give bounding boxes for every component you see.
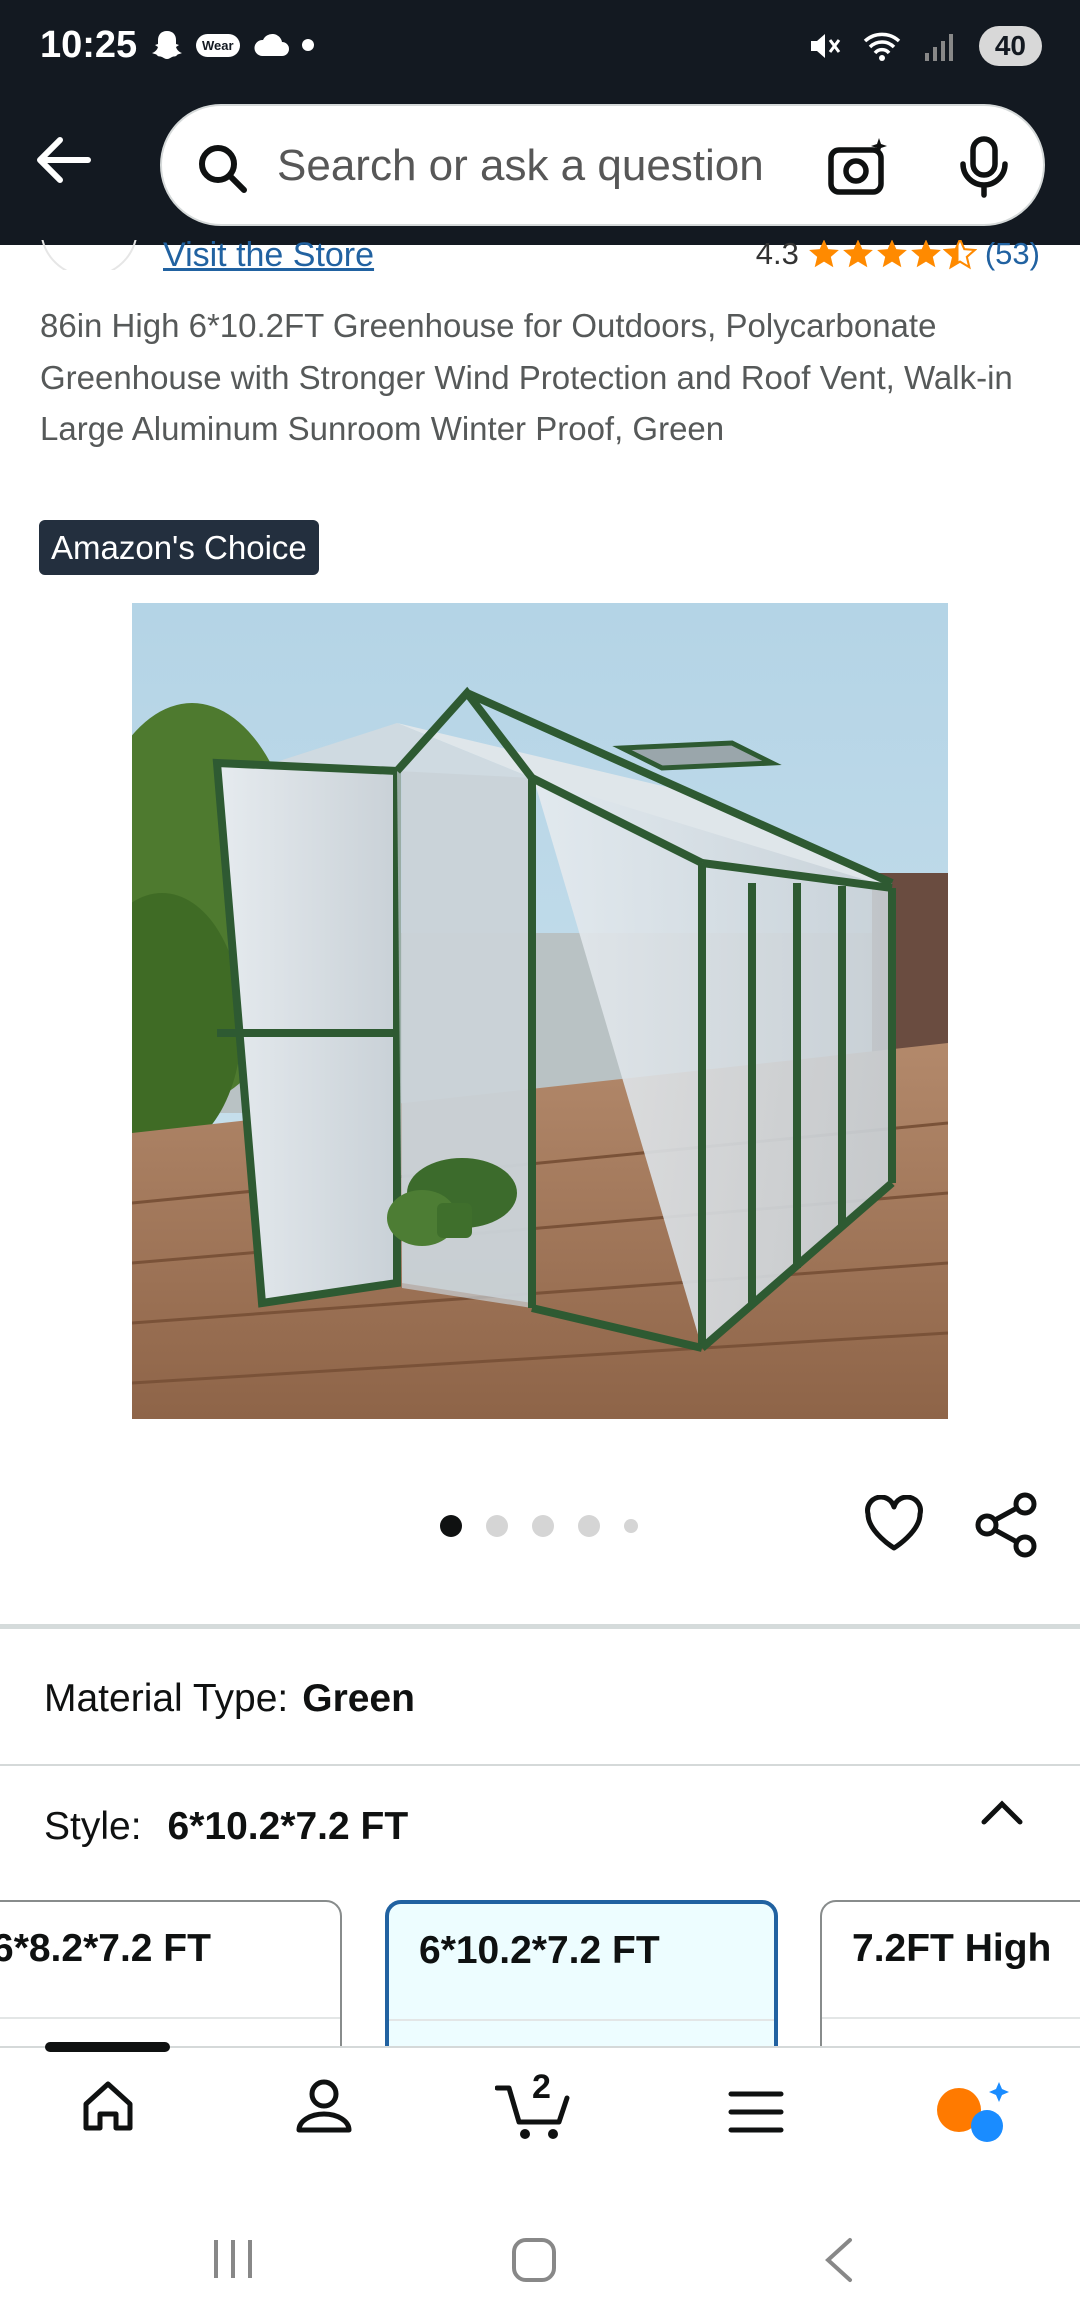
search-input[interactable] xyxy=(277,136,917,196)
material-label: Material Type: xyxy=(44,1677,289,1720)
heart-icon[interactable] xyxy=(863,1495,925,1553)
star-icon xyxy=(842,240,873,268)
style-option[interactable]: 7.2FT High xyxy=(820,1900,1080,2048)
rating-stars xyxy=(807,240,977,270)
style-option[interactable]: 6*8.2*7.2 FT xyxy=(0,1900,342,2048)
back-arrow-icon[interactable] xyxy=(30,128,94,192)
mute-icon xyxy=(810,34,841,58)
style-options: 6*8.2*7.2 FT 6*10.2*7.2 FT 7.2FT High xyxy=(0,1900,1080,2048)
material-type-row: Material Type: Green xyxy=(44,1677,415,1721)
rating-count: (53) xyxy=(984,240,1040,271)
cloud-icon xyxy=(254,33,289,56)
back-button-icon[interactable] xyxy=(820,2236,856,2284)
wifi-icon xyxy=(863,32,901,61)
camera-search-icon[interactable] xyxy=(827,136,889,198)
cart-button[interactable]: 2 xyxy=(494,2068,575,2142)
active-tab-indicator xyxy=(45,2042,170,2052)
status-notification-icons: Wear xyxy=(150,28,314,62)
search-bar[interactable] xyxy=(160,104,1045,226)
style-option-label: 6*8.2*7.2 FT xyxy=(0,1927,211,1970)
carousel-dot[interactable] xyxy=(624,1519,638,1533)
battery-indicator: 40 xyxy=(978,26,1042,66)
carousel-dot[interactable] xyxy=(578,1515,600,1537)
snapchat-icon xyxy=(152,31,182,59)
rating-value: 4.3 xyxy=(755,240,799,271)
divider xyxy=(0,2017,340,2019)
style-label: Style: xyxy=(44,1805,142,1848)
search-icon xyxy=(199,145,247,193)
bottom-navigation: 2 xyxy=(0,2042,1080,2196)
more-notifications-dot xyxy=(301,39,314,51)
account-icon[interactable] xyxy=(294,2078,354,2134)
visit-store-link[interactable]: Visit the Store xyxy=(163,240,374,275)
divider xyxy=(0,1764,1080,1766)
divider xyxy=(389,2019,774,2021)
rufus-icon[interactable] xyxy=(935,2080,1011,2146)
chevron-up-icon[interactable] xyxy=(980,1796,1024,1826)
share-icon[interactable] xyxy=(975,1492,1039,1558)
store-rating-row: Visit the Store 4.3 (53) xyxy=(0,240,1080,280)
status-time: 10:25 xyxy=(40,24,138,66)
product-image[interactable] xyxy=(132,603,948,1419)
carousel-dot[interactable] xyxy=(532,1515,554,1537)
microphone-icon[interactable] xyxy=(957,136,1011,198)
status-system-icons: 40 xyxy=(807,26,1042,66)
style-row[interactable]: Style: 6*10.2*7.2 FT xyxy=(44,1805,408,1849)
home-button-icon[interactable] xyxy=(510,2236,558,2284)
signal-icon xyxy=(924,34,953,61)
style-option-selected[interactable]: 6*10.2*7.2 FT xyxy=(385,1900,778,2048)
home-icon[interactable] xyxy=(80,2078,136,2134)
amazons-choice-badge: Amazon's Choice xyxy=(39,520,319,575)
style-option-label: 7.2FT High xyxy=(852,1927,1052,1970)
carousel-dot[interactable] xyxy=(486,1515,508,1537)
product-title: 86in High 6*10.2FT Greenhouse for Outdoo… xyxy=(40,307,1013,447)
divider xyxy=(822,2017,1080,2019)
product-rating[interactable]: 4.3 (53) xyxy=(756,240,1040,272)
recent-apps-icon[interactable] xyxy=(210,2236,256,2282)
greenhouse-illustration xyxy=(132,603,948,1419)
brand-logo[interactable] xyxy=(40,240,140,270)
wear-icon: Wear xyxy=(196,33,240,57)
style-value: 6*10.2*7.2 FT xyxy=(167,1805,409,1848)
star-icon xyxy=(910,240,941,268)
star-icon xyxy=(808,240,839,268)
half-star-icon xyxy=(942,240,977,270)
image-carousel-dots[interactable] xyxy=(440,1515,638,1537)
system-navigation-bar xyxy=(0,2196,1080,2316)
style-option-label: 6*10.2*7.2 FT xyxy=(419,1929,660,1972)
section-divider xyxy=(0,1624,1080,1629)
carousel-dot[interactable] xyxy=(440,1515,462,1537)
status-bar: 10:25 Wear 40 xyxy=(0,0,1080,95)
material-value: Green xyxy=(302,1677,415,1720)
cart-count: 2 xyxy=(532,2068,551,2106)
menu-icon[interactable] xyxy=(728,2090,784,2134)
app-header: 10:25 Wear 40 xyxy=(0,0,1080,245)
star-icon xyxy=(876,240,907,268)
